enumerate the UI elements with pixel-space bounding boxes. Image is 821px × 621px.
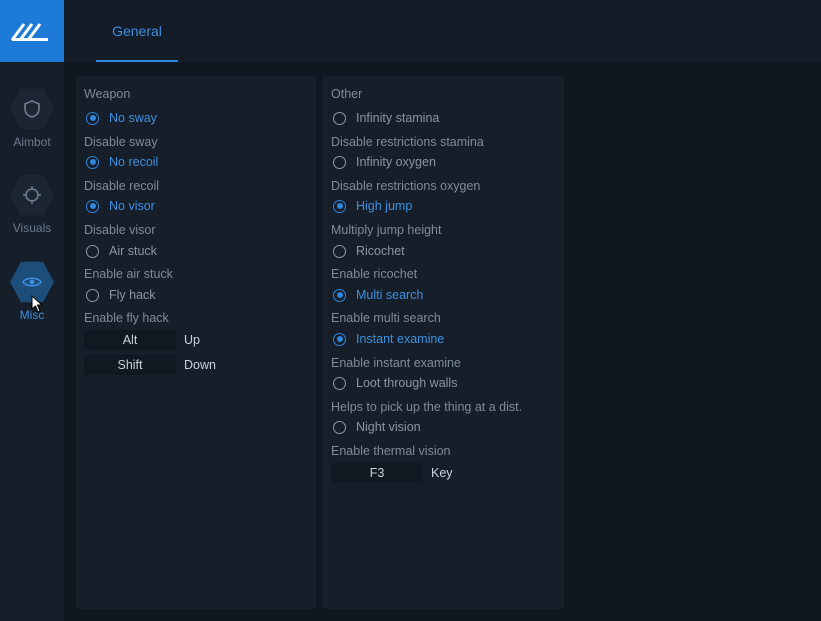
radio-button[interactable]: [86, 288, 99, 302]
radio-button[interactable]: [333, 376, 346, 390]
option-loot-through-walls[interactable]: Loot through walls: [333, 374, 457, 392]
option-description: Enable ricochet: [331, 267, 418, 281]
shield-icon: [24, 100, 40, 118]
option-description: Enable instant examine: [331, 356, 461, 370]
crosshair-icon: [23, 186, 41, 204]
sidebar-item-visuals[interactable]: Visuals: [0, 173, 64, 235]
weapon-panel: Weapon No sway Disable sway No recoil Di…: [76, 76, 316, 609]
sidebar-item-label: Visuals: [12, 221, 52, 235]
option-infinity-stamina[interactable]: Infinity stamina: [333, 109, 439, 127]
option-no-sway[interactable]: No sway: [86, 109, 157, 127]
option-label: Fly hack: [109, 288, 156, 302]
radio-button[interactable]: [86, 244, 99, 258]
keybind-action-label: Key: [431, 466, 453, 480]
option-high-jump[interactable]: High jump: [333, 197, 412, 215]
logo-icon: [10, 23, 48, 41]
option-label: Instant examine: [356, 332, 445, 346]
option-instant-examine[interactable]: Instant examine: [333, 330, 444, 348]
main-content: Weapon No sway Disable sway No recoil Di…: [64, 62, 821, 621]
tab-general[interactable]: General: [96, 0, 178, 62]
radio-button[interactable]: [333, 420, 346, 434]
keybind-button[interactable]: F3: [331, 463, 423, 483]
option-label: No visor: [109, 199, 155, 213]
option-label: Ricochet: [356, 244, 405, 258]
sidebar-item-label: Aimbot: [13, 135, 51, 149]
mouse-cursor-icon: [31, 295, 44, 313]
option-description: Helps to pick up the thing at a dist.: [331, 400, 523, 414]
radio-button[interactable]: [333, 332, 346, 346]
option-no-visor[interactable]: No visor: [86, 197, 155, 215]
section-heading: Weapon: [84, 87, 131, 101]
keybind-button[interactable]: Shift: [84, 355, 176, 375]
sidebar-item-aimbot[interactable]: Aimbot: [0, 87, 64, 149]
option-description: Multiply jump height: [331, 223, 442, 237]
eye-icon: [22, 277, 42, 287]
keybind-action-label: Down: [184, 358, 216, 372]
radio-button[interactable]: [333, 288, 346, 302]
option-night-vision[interactable]: Night vision: [333, 418, 421, 436]
option-description: Enable multi search: [331, 311, 441, 325]
top-bar: General: [64, 0, 821, 62]
radio-button[interactable]: [86, 199, 99, 213]
aimbot-hex: [10, 88, 54, 130]
radio-button[interactable]: [86, 155, 99, 169]
option-description: Disable restrictions oxygen: [331, 179, 481, 193]
option-no-recoil[interactable]: No recoil: [86, 153, 158, 171]
option-ricochet[interactable]: Ricochet: [333, 242, 405, 260]
option-label: Multi search: [356, 288, 424, 302]
option-description: Disable visor: [84, 223, 156, 237]
section-heading: Other: [331, 87, 363, 101]
visuals-hex: [10, 174, 54, 216]
option-description: Enable fly hack: [84, 311, 169, 325]
option-description: Disable restrictions stamina: [331, 135, 484, 149]
option-description: Disable sway: [84, 135, 158, 149]
app-logo: [0, 0, 64, 62]
option-label: No sway: [109, 111, 157, 125]
radio-button[interactable]: [333, 244, 346, 258]
option-label: Night vision: [356, 420, 421, 434]
sidebar: Aimbot Visuals Misc: [0, 0, 64, 621]
option-label: No recoil: [109, 155, 159, 169]
radio-button[interactable]: [86, 111, 99, 125]
option-label: High jump: [356, 199, 413, 213]
option-description: Enable thermal vision: [331, 444, 451, 458]
other-panel: Other Infinity stamina Disable restricti…: [322, 76, 564, 609]
keybind-action-label: Up: [184, 333, 200, 347]
option-multi-search[interactable]: Multi search: [333, 286, 423, 304]
option-infinity-oxygen[interactable]: Infinity oxygen: [333, 153, 436, 171]
option-description: Enable air stuck: [84, 267, 173, 281]
radio-button[interactable]: [333, 199, 346, 213]
radio-button[interactable]: [333, 111, 346, 125]
option-air-stuck[interactable]: Air stuck: [86, 242, 157, 260]
option-label: Infinity oxygen: [356, 155, 436, 169]
option-fly-hack[interactable]: Fly hack: [86, 286, 156, 304]
keybind-button[interactable]: Alt: [84, 330, 176, 350]
option-label: Infinity stamina: [356, 111, 440, 125]
radio-button[interactable]: [333, 155, 346, 169]
option-label: Loot through walls: [356, 376, 458, 390]
option-label: Air stuck: [109, 244, 157, 258]
option-description: Disable recoil: [84, 179, 160, 193]
